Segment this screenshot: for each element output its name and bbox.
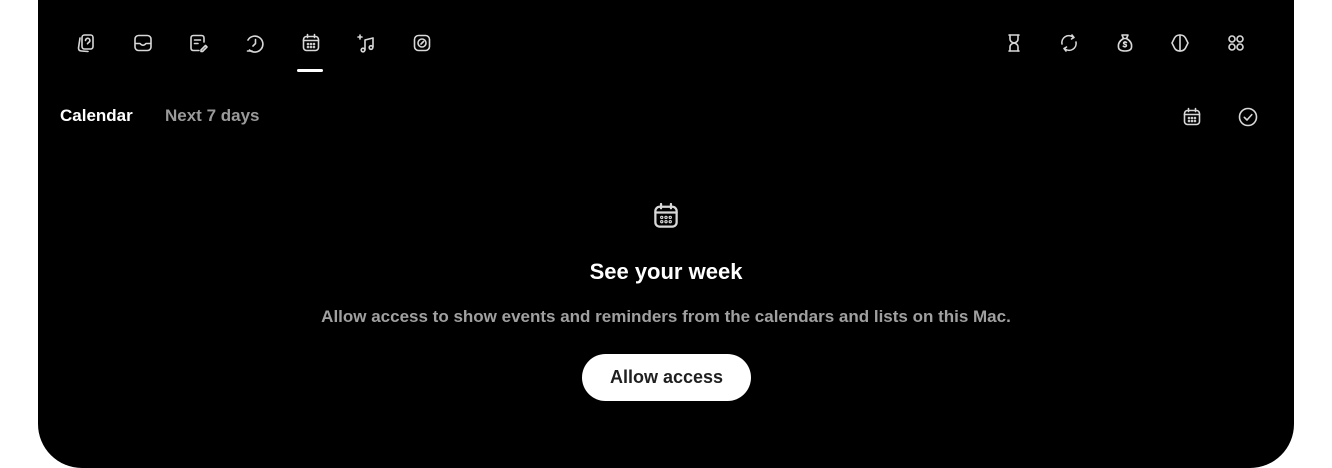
calendar-icon	[648, 198, 684, 234]
grid-icon[interactable]	[1222, 29, 1250, 57]
calendar-icon[interactable]	[1178, 103, 1206, 131]
allow-access-button[interactable]: Allow access	[582, 354, 751, 401]
sync-icon[interactable]	[1055, 29, 1083, 57]
money-bag-icon[interactable]	[1111, 29, 1139, 57]
section-title: Calendar	[60, 106, 133, 125]
music-icon[interactable]	[352, 29, 380, 57]
contrast-icon[interactable]	[1166, 29, 1194, 57]
notes-icon[interactable]	[184, 29, 212, 57]
compass-icon[interactable]	[408, 29, 436, 57]
widget-panel: Calendar Next 7 days See your week Allow…	[38, 0, 1294, 468]
empty-state-description: Allow access to show events and reminder…	[321, 307, 1011, 326]
active-tab-indicator	[297, 69, 323, 72]
section-subtitle: Next 7 days	[165, 106, 260, 125]
inbox-icon[interactable]	[129, 29, 157, 57]
calendar-icon[interactable]	[297, 29, 325, 57]
cards-icon[interactable]	[72, 29, 100, 57]
clock-refresh-icon[interactable]	[241, 29, 269, 57]
hourglass-icon[interactable]	[1000, 29, 1028, 57]
checkmark-circle-icon[interactable]	[1234, 103, 1262, 131]
empty-state-title: See your week	[589, 259, 743, 284]
